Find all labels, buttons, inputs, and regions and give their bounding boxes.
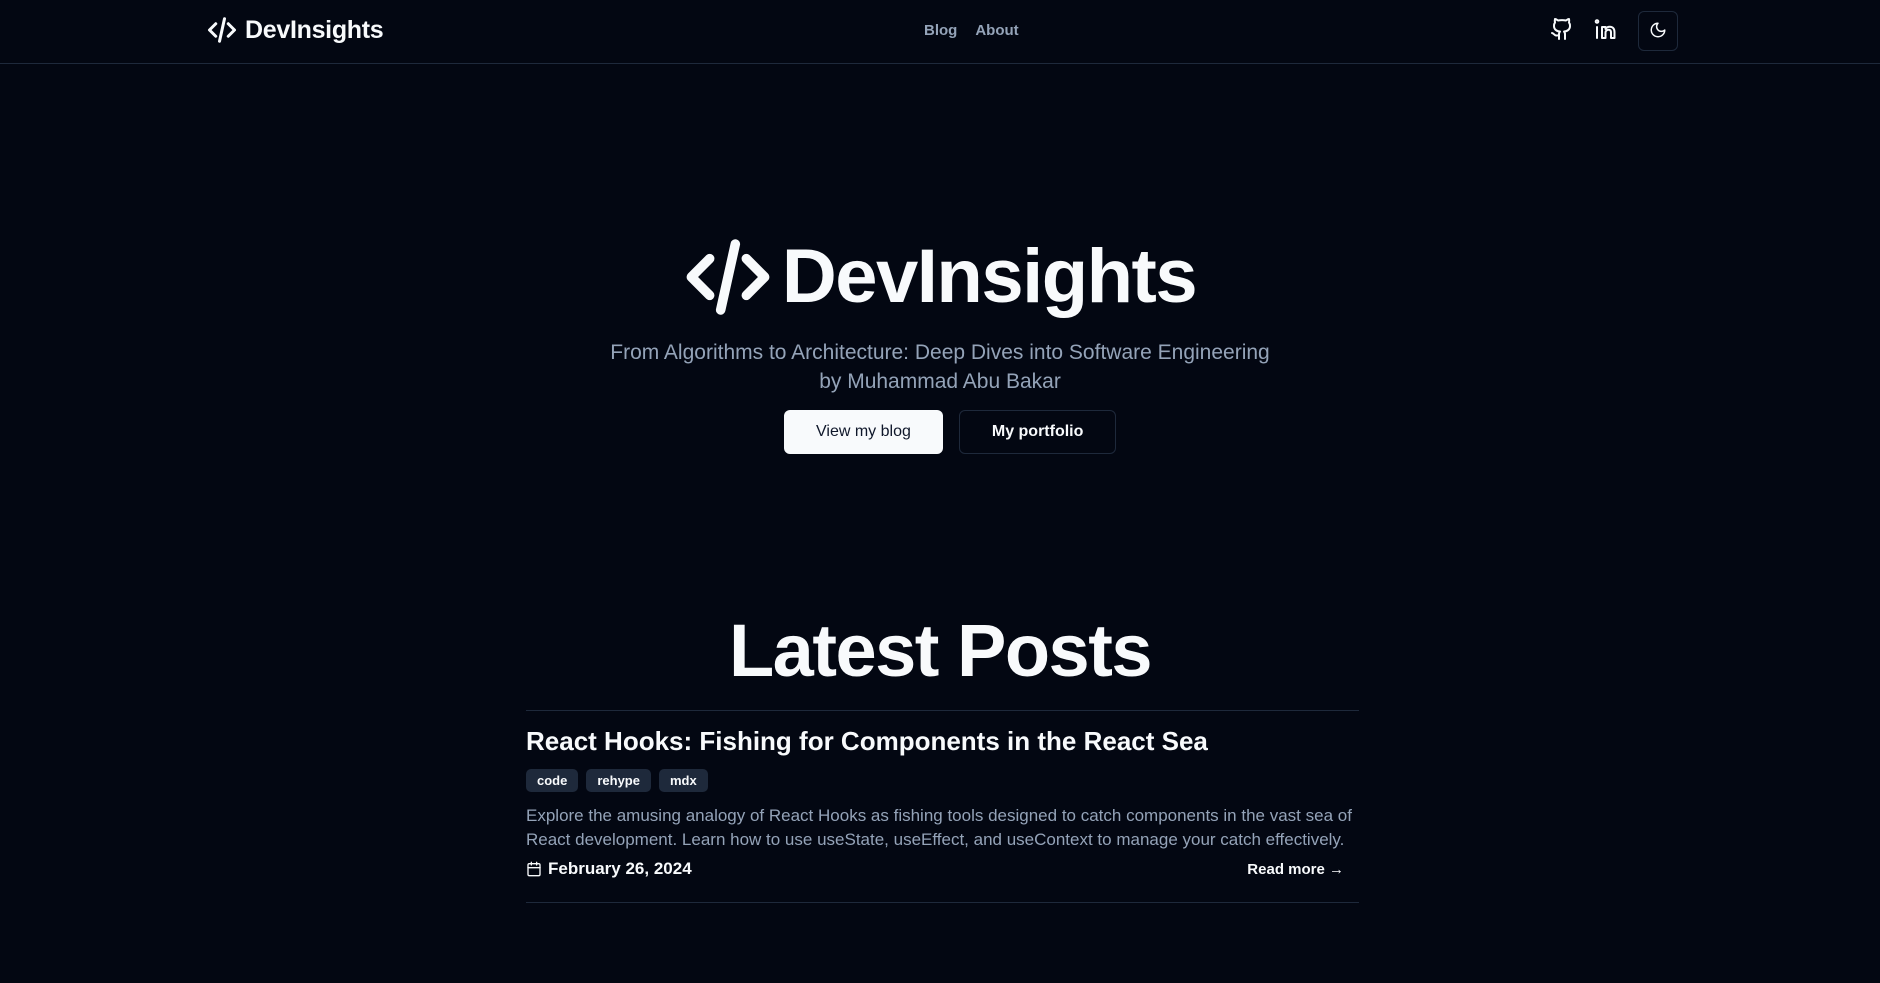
post-tags: code rehype mdx <box>526 769 1359 792</box>
linkedin-link[interactable] <box>1590 15 1622 47</box>
post-date-text: February 26, 2024 <box>548 859 692 878</box>
tag-code[interactable]: code <box>526 769 579 792</box>
nav-blog-link[interactable]: Blog <box>924 22 957 39</box>
tag-rehype[interactable]: rehype <box>586 769 651 792</box>
post-description-line-2: React development. Learn how to use useS… <box>526 830 1345 849</box>
main-nav: Blog About <box>924 22 1019 39</box>
hero-subtitle: From Algorithms to Architecture: Deep Di… <box>0 338 1880 396</box>
site-header: DevInsights Blog About <box>0 0 1880 64</box>
portfolio-button[interactable]: My portfolio <box>958 410 1117 454</box>
nav-about-link[interactable]: About <box>975 22 1018 39</box>
latest-posts-title: Latest Posts <box>728 609 1153 692</box>
post-card: React Hooks: Fishing for Components in t… <box>526 711 1359 903</box>
brand-name: DevInsights <box>245 15 384 44</box>
moon-icon <box>1649 21 1667 42</box>
hero-buttons: View my blog My portfolio <box>784 410 1117 454</box>
github-icon <box>1550 17 1574 46</box>
hero-subtitle-line-1: From Algorithms to Architecture: Deep Di… <box>610 341 1270 364</box>
view-blog-button[interactable]: View my blog <box>784 410 943 454</box>
hero-title: DevInsights <box>0 232 1880 322</box>
read-more-link[interactable]: Read more → <box>1247 861 1344 878</box>
calendar-icon <box>526 861 542 877</box>
github-link[interactable] <box>1546 15 1578 47</box>
post-date: February 26, 2024 <box>526 859 692 879</box>
hero-subtitle-line-2: by Muhammad Abu Bakar <box>819 370 1061 393</box>
post-description-line-1: Explore the amusing analogy of React Hoo… <box>526 806 1352 825</box>
code-icon <box>207 15 237 45</box>
hero-code-icon <box>684 233 772 321</box>
header-actions <box>1546 11 1678 51</box>
tag-mdx[interactable]: mdx <box>658 769 708 792</box>
linkedin-icon <box>1593 17 1619 46</box>
hero-title-text: DevInsights <box>781 234 1198 319</box>
post-description: Explore the amusing analogy of React Hoo… <box>526 804 1359 852</box>
post-title-link[interactable]: React Hooks: Fishing for Components in t… <box>526 725 1359 757</box>
post-list: React Hooks: Fishing for Components in t… <box>526 710 1359 903</box>
post-meta: February 26, 2024 Read more → <box>526 859 1359 879</box>
brand-link[interactable]: DevInsights <box>207 15 384 45</box>
theme-toggle-button[interactable] <box>1638 11 1678 51</box>
